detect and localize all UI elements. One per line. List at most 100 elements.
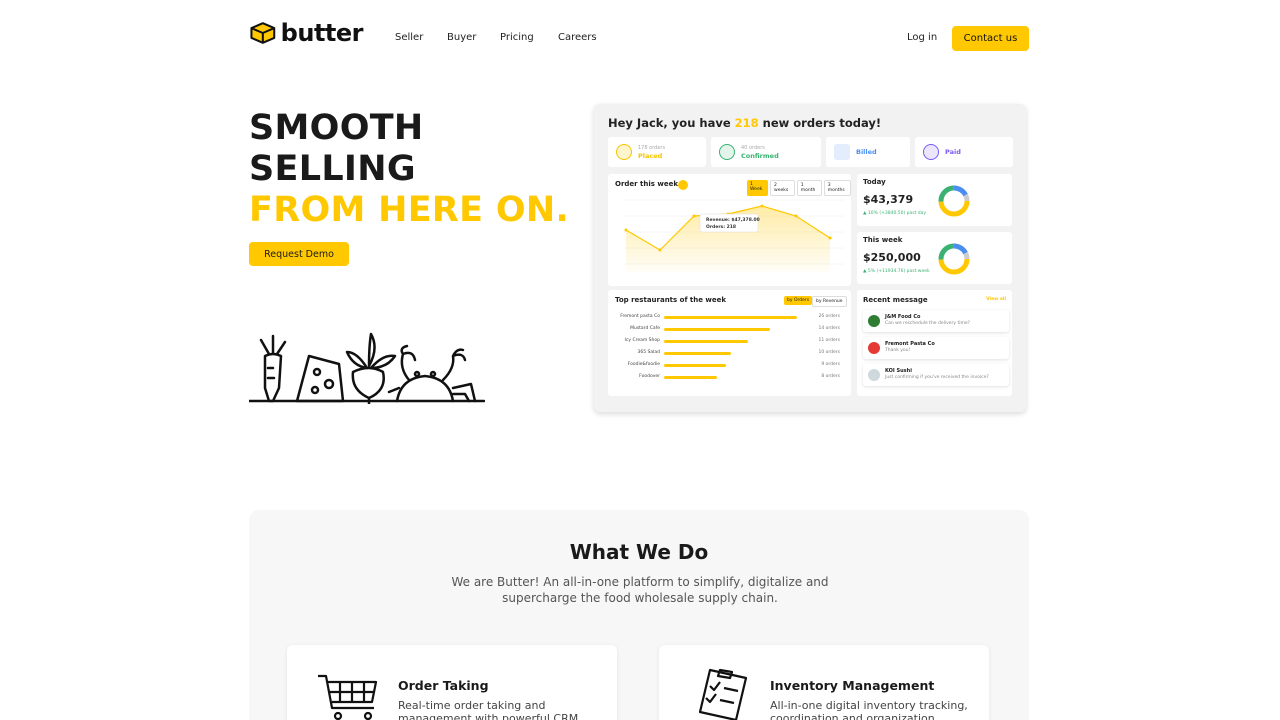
avatar	[868, 369, 880, 381]
restaurant-name: Fremont pasta Co	[620, 314, 660, 319]
login-link[interactable]: Log in	[907, 32, 937, 43]
feature-title-order-taking: Order Taking	[398, 678, 489, 693]
box-logo-icon	[250, 22, 276, 44]
week-value: $250,000	[863, 251, 921, 264]
stat-billed-label: Billed	[856, 148, 877, 156]
chart-tooltip-orders: Orders: 218	[706, 225, 736, 230]
restaurant-name: Foodover	[639, 374, 660, 379]
week-revenue-card: This week $250,000 ▲ 5% (+11934.76) past…	[857, 232, 1012, 284]
nav-link-careers[interactable]: Careers	[558, 32, 597, 43]
hero-line-2: SELLING	[249, 149, 416, 189]
today-donut	[938, 185, 970, 217]
message-sender: Fremont Pasta Co	[885, 341, 935, 347]
nav-link-seller[interactable]: Seller	[395, 32, 423, 43]
avatar	[868, 315, 880, 327]
request-demo-button[interactable]: Request Demo	[249, 242, 349, 266]
today-label: Today	[863, 178, 886, 186]
check-icon	[719, 144, 735, 160]
restaurant-count: 11 orders	[818, 338, 840, 343]
feature-desc-order-taking: Real-time order taking and management wi…	[398, 699, 579, 720]
avatar	[868, 342, 880, 354]
restaurant-row: Foodie&foodie 9 orders	[614, 362, 840, 370]
restaurant-count: 8 orders	[821, 374, 840, 379]
today-value: $43,379	[863, 193, 914, 206]
hero-line-1: SMOOTH	[249, 108, 424, 148]
restaurant-name: 365 Salad	[637, 350, 661, 355]
stat-confirmed: 40 orders Confirmed	[711, 137, 821, 167]
orders-area-chart	[624, 199, 844, 272]
today-note: ▲ 10% (+3840.50) past day	[863, 211, 927, 216]
greeting-pre: Hey Jack, you have	[608, 116, 735, 130]
message-text: Thank you!	[885, 348, 911, 353]
stat-paid-label: Paid	[945, 148, 961, 156]
brand-name: butter	[280, 19, 364, 47]
orders-chart-title: Order this week	[615, 180, 678, 188]
stat-paid: Paid	[915, 137, 1013, 167]
brand-logo[interactable]: butter	[249, 18, 364, 48]
restaurant-count: 10 orders	[818, 350, 840, 355]
message-sender: J&M Food Co	[885, 314, 921, 320]
message-text: Can we reschedule the delivery time?	[885, 321, 971, 326]
cart-icon	[318, 674, 378, 720]
restaurant-row: 365 Salad 10 orders	[614, 350, 840, 358]
stat-placed: 178 orders Placed	[608, 137, 706, 167]
dashboard-preview: Hey Jack, you have 218 new orders today!…	[594, 104, 1026, 412]
stat-confirmed-label: Confirmed	[741, 152, 779, 160]
restaurant-bar	[664, 340, 748, 343]
tab-by-revenue[interactable]: by Revenue	[812, 296, 847, 307]
message-text: Just confirming if you've received the i…	[885, 375, 989, 380]
greeting-order-count: 218	[734, 116, 759, 130]
nav-link-buyer[interactable]: Buyer	[447, 32, 476, 43]
message-sender: KOI Sushi	[885, 368, 912, 374]
top-restaurants-title: Top restaurants of the week	[615, 296, 727, 304]
view-all-link[interactable]: View all	[986, 297, 1006, 302]
recent-title: Recent message	[863, 296, 928, 304]
restaurant-name: Icy Cream Shop	[624, 338, 660, 343]
restaurant-bar	[664, 364, 726, 367]
restaurant-count: 9 orders	[821, 362, 840, 367]
restaurant-row: Foodover 8 orders	[614, 374, 840, 382]
restaurant-row: Mustard Cafe 14 orders	[614, 326, 840, 334]
hero-headline: SMOOTH SELLING FROM HERE ON.	[249, 108, 569, 231]
dashboard-greeting: Hey Jack, you have 218 new orders today!	[608, 116, 881, 130]
top-restaurants-panel: Top restaurants of the week by Orders by…	[608, 290, 851, 396]
invoice-icon	[834, 144, 850, 160]
contact-button[interactable]: Contact us	[952, 26, 1029, 51]
arrow-right-icon	[678, 180, 688, 190]
hero-line-3: FROM HERE ON.	[249, 190, 570, 230]
stat-placed-count: 178 orders	[638, 145, 666, 151]
restaurant-row: Icy Cream Shop 11 orders	[614, 338, 840, 346]
clock-icon	[616, 144, 632, 160]
restaurant-bar	[664, 328, 770, 331]
restaurant-name: Mustard Cafe	[630, 326, 660, 331]
dollar-icon	[923, 144, 939, 160]
chart-tooltip-revenue: Revenue: $47,378.00	[706, 218, 760, 223]
recent-messages-panel: Recent message View all J&M Food Co Can …	[857, 290, 1012, 396]
greeting-post: new orders today!	[758, 116, 882, 130]
today-revenue-card: Today $43,379 ▲ 10% (+3840.50) past day	[857, 174, 1012, 226]
restaurant-bar	[664, 376, 717, 379]
stat-billed: Billed	[826, 137, 910, 167]
week-label: This week	[863, 236, 903, 244]
restaurant-name: Foodie&foodie	[627, 362, 660, 367]
what-we-do-title: What We Do	[569, 540, 709, 564]
message-item[interactable]: KOI Sushi Just confirming if you've rece…	[863, 364, 1009, 386]
message-item[interactable]: Fremont Pasta Co Thank you!	[863, 337, 1009, 359]
restaurant-bar	[664, 352, 731, 355]
vegetables-illustration	[249, 332, 485, 404]
orders-chart-panel: Order this week 1 Week 2 weeks 1 month 3…	[608, 174, 851, 286]
week-donut	[938, 243, 970, 275]
feature-title-inventory: Inventory Management	[770, 678, 935, 693]
message-item[interactable]: J&M Food Co Can we reschedule the delive…	[863, 310, 1009, 332]
checklist-icon	[698, 668, 748, 720]
tab-by-orders[interactable]: by Orders	[784, 296, 813, 305]
stat-placed-label: Placed	[638, 152, 663, 160]
week-note: ▲ 5% (+11934.76) past week	[863, 269, 930, 274]
restaurant-count: 14 orders	[818, 326, 840, 331]
what-we-do-subtitle: We are Butter! An all-in-one platform to…	[451, 575, 829, 605]
restaurant-count: 26 orders	[818, 314, 840, 319]
nav-link-pricing[interactable]: Pricing	[500, 32, 534, 43]
stat-confirmed-count: 40 orders	[741, 145, 765, 151]
restaurant-row: Fremont pasta Co 26 orders	[614, 314, 840, 322]
feature-desc-inventory: All-in-one digital inventory tracking, c…	[770, 699, 968, 720]
